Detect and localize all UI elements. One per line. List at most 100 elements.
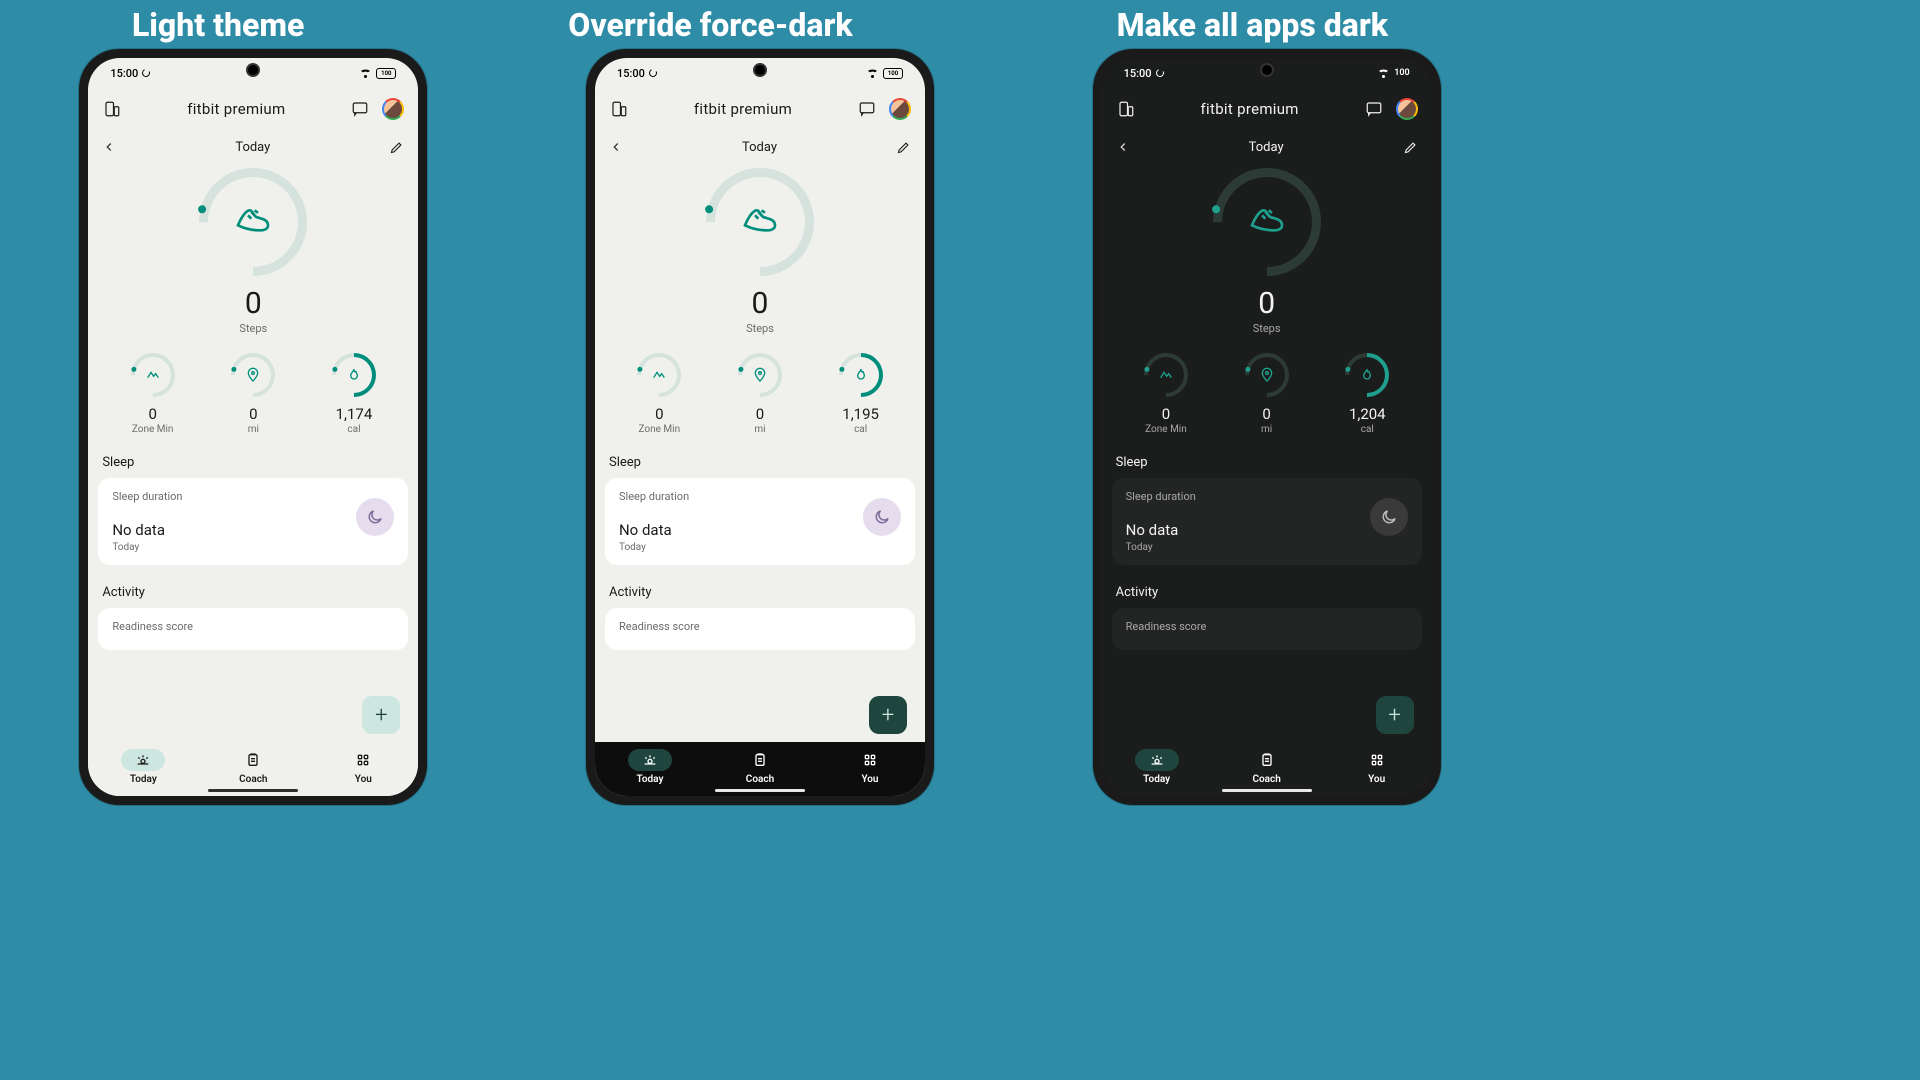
chevron-left-icon[interactable] [102,140,116,154]
metric-cal[interactable]: 1,204 cal [1317,353,1417,435]
nav-you-label: You [355,774,372,785]
nav-today[interactable]: Today [1135,749,1179,785]
readiness-title: Readiness score [1126,620,1408,633]
shoe-icon [1247,202,1287,242]
chat-icon[interactable] [1364,99,1384,119]
sleep-card-value: No data [1126,521,1408,539]
sleep-card[interactable]: Sleep duration No data Today [1112,478,1422,565]
devices-icon[interactable] [609,99,629,119]
sun-icon [135,752,151,768]
metric-mi[interactable]: 0 mi [710,353,810,435]
camera-notch [1260,63,1274,77]
devices-icon[interactable] [1116,99,1136,119]
metric-cal[interactable]: 1,195 cal [811,353,911,435]
nav-coach[interactable]: Coach [738,749,782,785]
nav-today[interactable]: Today [121,749,165,785]
bottom-nav: Today Coach You [88,742,418,796]
clipboard-icon [245,752,261,768]
battery-icon: 100 [376,68,396,79]
metric-zone[interactable]: 0 Zone Min [1116,353,1216,435]
fab-add[interactable]: + [869,696,907,734]
wifi-icon [359,68,372,78]
avatar[interactable] [382,98,404,120]
sleep-card-value: No data [619,521,901,539]
grid-icon [862,752,878,768]
caption-dark: Make all apps dark [1117,8,1388,43]
avatar[interactable] [1396,98,1418,120]
metric-cal[interactable]: 1,174 cal [304,353,404,435]
metric-zone[interactable]: 0 Zone Min [103,353,203,435]
moon-icon [863,498,901,536]
nav-you[interactable]: You [341,749,385,785]
sleep-card-sub: Today [619,542,901,553]
readiness-title: Readiness score [112,620,394,633]
sleep-card-sub: Today [112,542,394,553]
grid-icon [1369,752,1385,768]
readiness-card[interactable]: Readiness score [98,608,408,650]
metric-zone[interactable]: 0 Zone Min [609,353,709,435]
camera-notch [246,63,260,77]
nav-you[interactable]: You [1355,749,1399,785]
devices-icon[interactable] [102,99,122,119]
edit-icon[interactable] [389,140,404,155]
caption-mid: Override force-dark [568,8,852,43]
metric-mi[interactable]: 0 mi [203,353,303,435]
steps-value: 0 [245,286,262,321]
nav-coach-label: Coach [1252,774,1280,785]
chat-icon[interactable] [350,99,370,119]
edit-icon[interactable] [896,140,911,155]
date-row: Today [595,130,925,164]
phone-mid: 15:00 100 fitbit premium Today [586,49,934,805]
date-label: Today [235,140,270,155]
mi-label: mi [248,424,259,435]
pin-icon [1259,367,1275,383]
nav-today-label: Today [637,774,664,785]
steps-widget[interactable]: 0 Steps [98,168,408,335]
readiness-title: Readiness score [619,620,901,633]
steps-widget[interactable]: 0 Steps [1112,168,1422,335]
zone-label: Zone Min [639,424,681,435]
fab-add[interactable]: + [362,696,400,734]
nav-today[interactable]: Today [628,749,672,785]
zone-value: 0 [1162,405,1170,423]
shoe-icon [740,202,780,242]
wifi-icon [1377,68,1390,78]
chevron-left-icon[interactable] [609,140,623,154]
steps-widget[interactable]: 0 Steps [605,168,915,335]
nav-coach[interactable]: Coach [1245,749,1289,785]
fab-add[interactable]: + [1376,696,1414,734]
bottom-nav: Today Coach You [595,742,925,796]
sleep-card[interactable]: Sleep duration No data Today [98,478,408,565]
sleep-card[interactable]: Sleep duration No data Today [605,478,915,565]
app-header: fitbit premium [88,88,418,130]
readiness-card[interactable]: Readiness score [605,608,915,650]
home-indicator [715,789,805,792]
nav-today-label: Today [1143,774,1170,785]
status-dnd-icon [141,68,151,78]
date-row: Today [88,130,418,164]
steps-label: Steps [1253,322,1281,335]
avatar[interactable] [889,98,911,120]
app-header: fitbit premium [595,88,925,130]
zone-value: 0 [148,405,156,423]
metric-mi[interactable]: 0 mi [1217,353,1317,435]
edit-icon[interactable] [1403,140,1418,155]
nav-coach[interactable]: Coach [231,749,275,785]
cal-value: 1,195 [842,405,879,423]
pin-icon [752,367,768,383]
nav-you-label: You [861,774,878,785]
pin-icon [245,367,261,383]
chevron-left-icon[interactable] [1116,140,1130,154]
battery-icon: 100 [883,68,903,79]
status-time: 15:00 [110,67,138,80]
nav-coach-label: Coach [746,774,774,785]
date-label: Today [742,140,777,155]
app-title: fitbit premium [694,100,792,118]
nav-today-label: Today [130,774,157,785]
chat-icon[interactable] [857,99,877,119]
nav-you[interactable]: You [848,749,892,785]
readiness-card[interactable]: Readiness score [1112,608,1422,650]
section-sleep: Sleep [1116,455,1418,470]
phone-dark: 15:00 100 fitbit premium Today [1093,49,1441,805]
zone-label: Zone Min [1145,424,1187,435]
